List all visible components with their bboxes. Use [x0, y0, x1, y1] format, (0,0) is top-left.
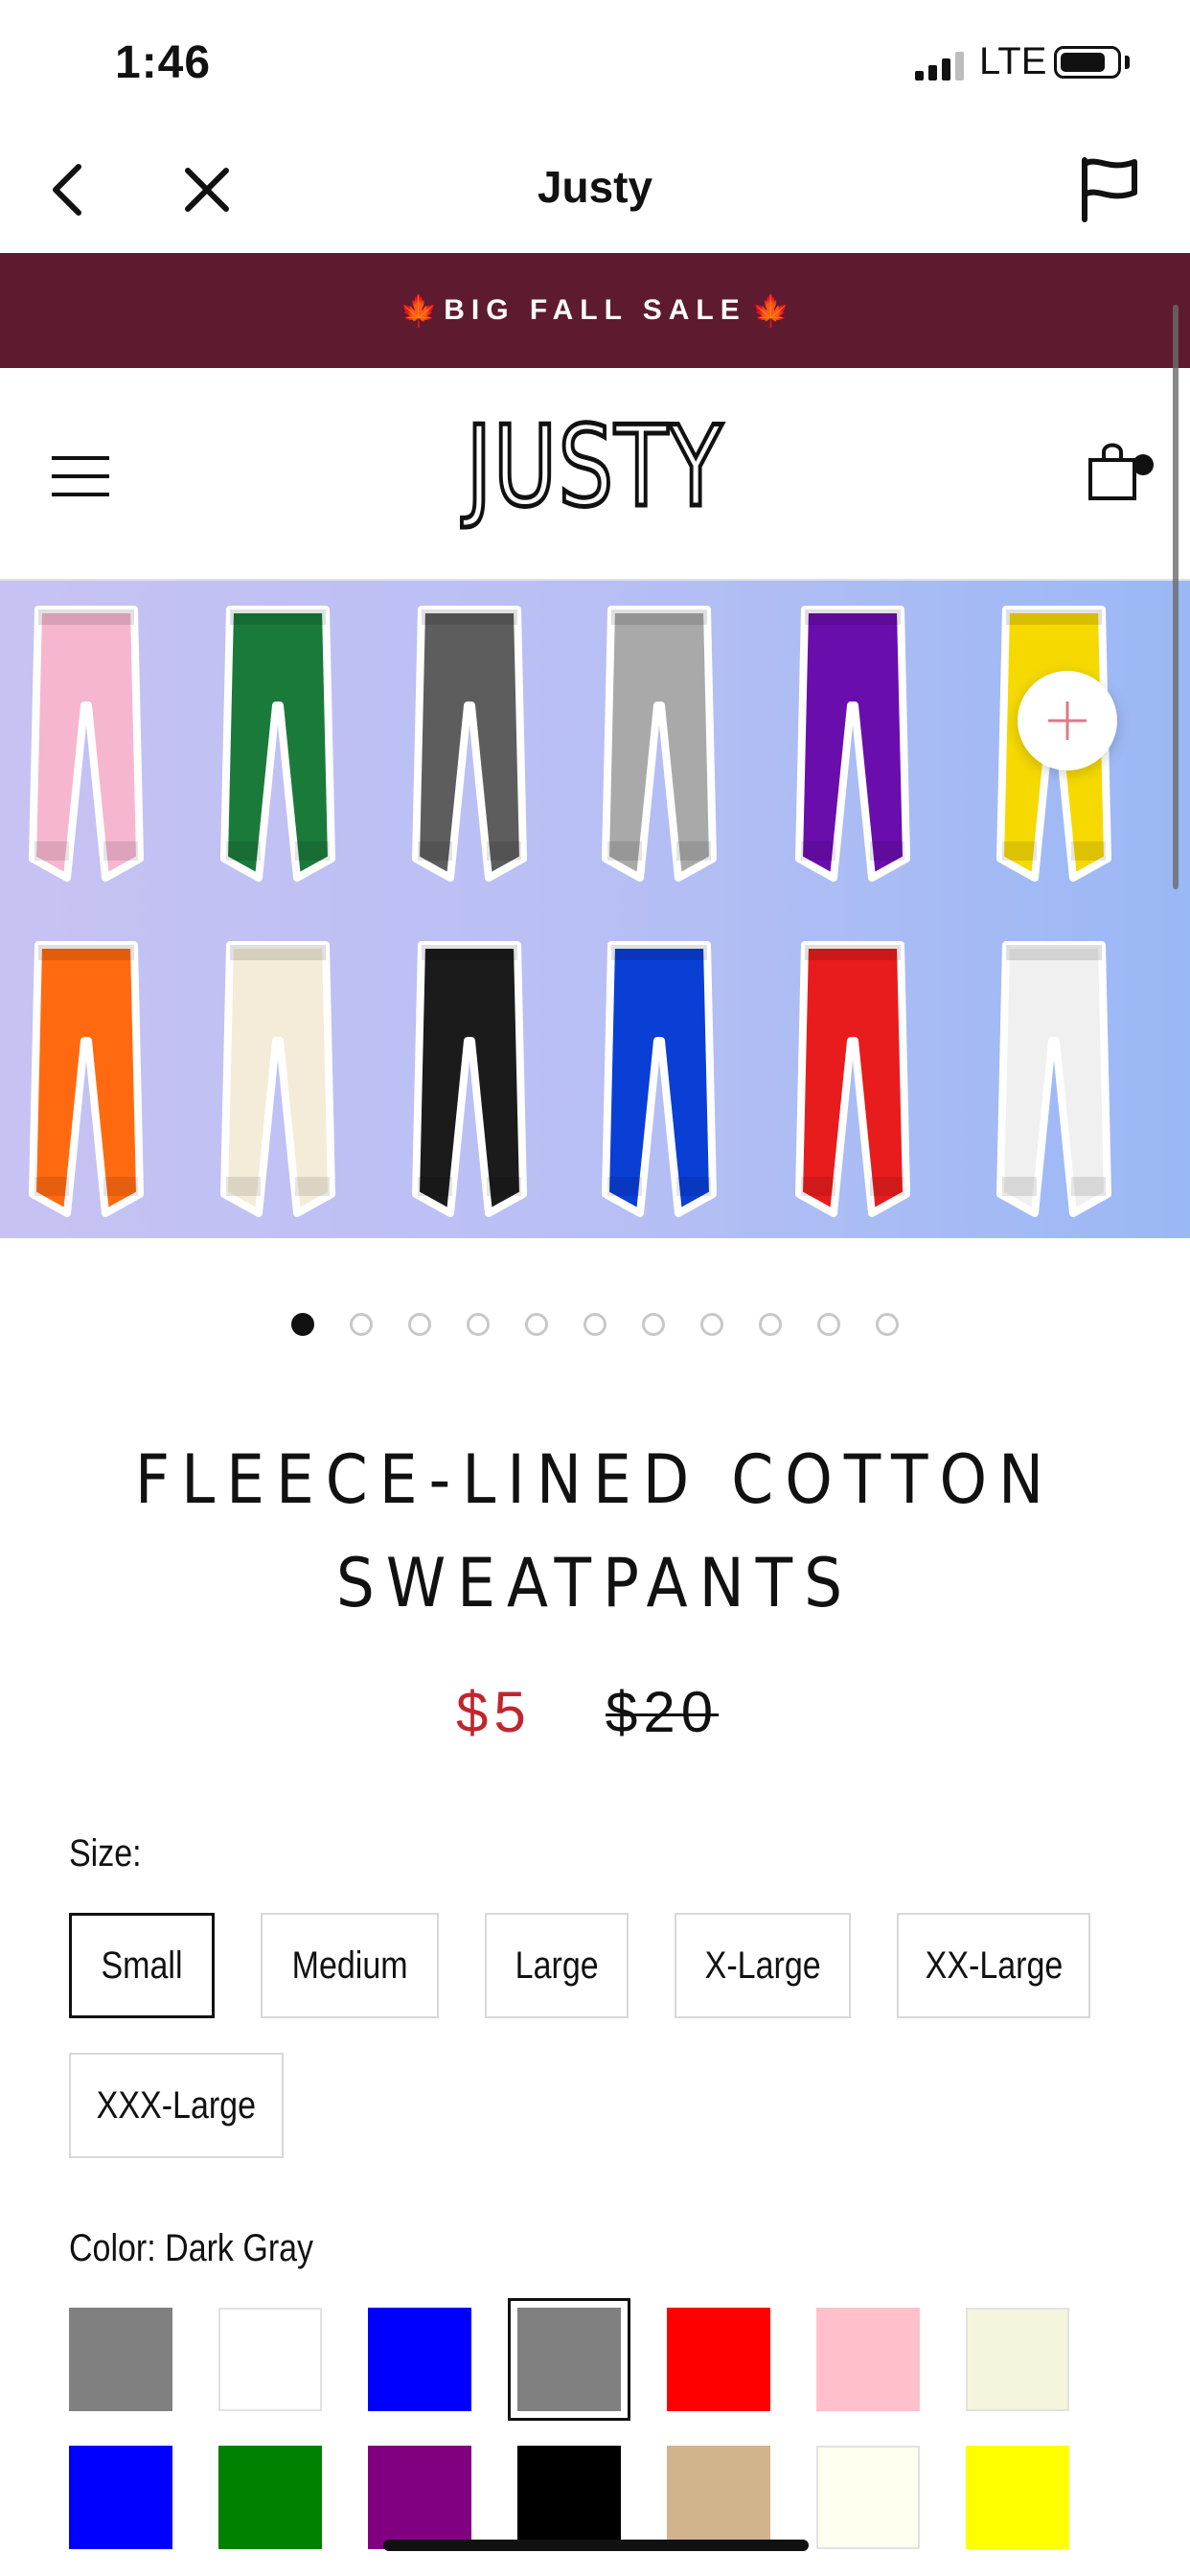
scrollbar[interactable] — [1173, 305, 1179, 889]
sale-banner-text: BIG FALL SALE — [444, 294, 746, 326]
size-option-label: Medium — [291, 1944, 408, 1987]
sweatpants-image — [220, 606, 335, 882]
carousel-dot[interactable] — [584, 1313, 606, 1336]
color-swatch[interactable] — [508, 2298, 630, 2421]
sweatpants-image — [29, 941, 144, 1217]
product-title-line1: FLEECE-LINED COTTON — [134, 1440, 1056, 1519]
carousel-dot[interactable] — [467, 1313, 490, 1336]
color-swatch[interactable] — [69, 2308, 172, 2411]
carousel-dot[interactable] — [408, 1313, 431, 1336]
size-option-medium[interactable]: Medium — [261, 1913, 439, 2018]
color-swatch[interactable] — [368, 2446, 471, 2549]
color-swatch[interactable] — [816, 2446, 920, 2549]
color-swatch[interactable] — [218, 2308, 322, 2411]
original-price: $20 — [606, 1680, 720, 1744]
report-button[interactable] — [1071, 151, 1148, 228]
color-swatch[interactable] — [368, 2308, 471, 2411]
size-option-small[interactable]: Small — [69, 1913, 215, 2018]
size-option-xxx-large[interactable]: XXX-Large — [69, 2053, 284, 2158]
carousel-dot[interactable] — [876, 1313, 899, 1336]
battery-nub — [1125, 56, 1130, 69]
status-time: 1:46 — [115, 37, 212, 88]
product-title: FLEECE-LINED COTTON SWEATPANTS — [77, 1428, 1113, 1635]
size-option-x-large[interactable]: X-Large — [675, 1913, 851, 2018]
color-swatch[interactable] — [667, 2308, 770, 2411]
zoom-button[interactable] — [1018, 671, 1117, 770]
signal-icon — [915, 52, 964, 80]
battery-icon — [1054, 46, 1121, 79]
color-swatch[interactable] — [69, 2446, 172, 2549]
size-option-label: X-Large — [704, 1944, 821, 1987]
carousel-dots[interactable] — [0, 1313, 1190, 1336]
size-option-xx-large[interactable]: XX-Large — [897, 1913, 1090, 2018]
sweatpants-image — [795, 606, 910, 882]
sweatpants-image — [602, 941, 717, 1217]
color-swatch[interactable] — [517, 2446, 621, 2549]
carousel-dot[interactable] — [642, 1313, 665, 1336]
product-title-line2: SWEATPANTS — [335, 1544, 855, 1622]
sweatpants-image — [795, 941, 910, 1217]
color-swatch[interactable] — [667, 2446, 770, 2549]
color-swatch[interactable] — [966, 2446, 1069, 2549]
network-label: LTE — [979, 40, 1047, 82]
plus-icon — [1048, 702, 1087, 740]
sale-banner[interactable]: 🍁 BIG FALL SALE 🍁 — [0, 253, 1190, 368]
color-label: Color: Dark Gray — [69, 2227, 314, 2269]
color-swatch-fill — [517, 2308, 621, 2411]
menu-button[interactable] — [50, 454, 111, 498]
size-label: Size: — [69, 1832, 142, 1874]
sweatpants-image — [29, 606, 144, 882]
store-logo[interactable]: JUSTY — [131, 401, 1060, 535]
carousel-dot[interactable] — [759, 1313, 782, 1336]
sweatpants-image — [602, 606, 717, 882]
color-swatch[interactable] — [966, 2308, 1069, 2411]
color-swatch[interactable] — [816, 2308, 920, 2411]
nav-title: Justy — [537, 162, 653, 212]
sweatpants-image — [412, 941, 527, 1217]
size-option-label: Small — [101, 1944, 183, 1987]
size-option-label: XXX-Large — [96, 2083, 257, 2127]
carousel-dot[interactable] — [350, 1313, 373, 1336]
sweatpants-image — [220, 941, 335, 1217]
product-image-carousel[interactable] — [0, 581, 1190, 1238]
flag-icon — [1082, 157, 1137, 222]
color-swatch[interactable] — [218, 2446, 322, 2549]
maple-leaf-icon: 🍁 — [400, 293, 439, 328]
carousel-dot[interactable] — [700, 1313, 723, 1336]
carousel-dot[interactable] — [817, 1313, 840, 1336]
size-option-label: Large — [515, 1944, 599, 1987]
sweatpants-image — [996, 941, 1111, 1217]
battery-fill — [1061, 53, 1106, 72]
carousel-dot[interactable] — [525, 1313, 548, 1336]
home-indicator[interactable] — [383, 2540, 809, 2551]
sweatpants-image — [412, 606, 527, 882]
carousel-dot[interactable] — [291, 1313, 314, 1336]
hamburger-menu-icon — [52, 456, 109, 496]
cart-badge — [1133, 454, 1154, 475]
size-option-large[interactable]: Large — [485, 1913, 629, 2018]
sale-price: $5 — [456, 1680, 532, 1744]
maple-leaf-icon: 🍁 — [751, 293, 790, 328]
size-option-label: XX-Large — [925, 1944, 1063, 1987]
